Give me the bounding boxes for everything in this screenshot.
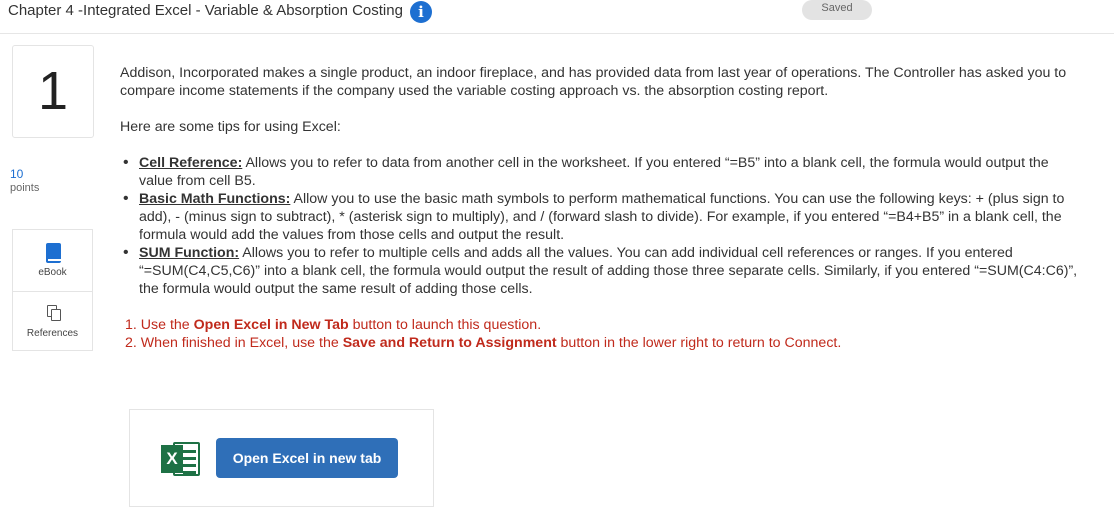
- step-text: When finished in Excel, use the: [136, 335, 343, 351]
- open-excel-button[interactable]: Open Excel in new tab: [216, 438, 398, 478]
- assignment-header: Chapter 4 -Integrated Excel - Variable &…: [0, 0, 1114, 34]
- points-value: 10: [10, 167, 24, 181]
- tip-term: Basic Math Functions:: [139, 191, 291, 207]
- step-number: 1.: [125, 317, 137, 333]
- assignment-title-row: Chapter 4 -Integrated Excel - Variable &…: [8, 0, 432, 23]
- saved-status-badge: Saved: [802, 0, 872, 20]
- step-emphasis: Save and Return to Assignment: [342, 335, 557, 351]
- ebook-button[interactable]: eBook: [13, 230, 92, 291]
- step-number: 2.: [125, 335, 137, 351]
- instruction-steps: 1. Use the Open Excel in New Tab button …: [120, 316, 1080, 352]
- references-label: References: [26, 328, 79, 339]
- tip-text: Allows you to refer to multiple cells an…: [139, 245, 1078, 297]
- book-icon: [46, 243, 61, 263]
- question-tools: eBook References: [12, 229, 93, 351]
- tips-intro: Here are some tips for using Excel:: [120, 119, 341, 135]
- question-points: 10 points: [10, 167, 39, 195]
- question-number: 1: [12, 45, 94, 138]
- references-button[interactable]: References: [13, 291, 92, 352]
- info-icon[interactable]: i: [409, 1, 432, 23]
- ebook-label: eBook: [38, 267, 67, 278]
- excel-icon: X: [161, 442, 201, 476]
- excel-launch-panel: X Open Excel in new tab: [129, 409, 434, 507]
- points-label: points: [10, 182, 40, 194]
- question-intro: Addison, Incorporated makes a single pro…: [120, 65, 1067, 99]
- step-emphasis: Open Excel in New Tab: [193, 317, 349, 333]
- tips-list: Cell Reference: Allows you to refer to d…: [120, 154, 1080, 298]
- tip-sum-function: SUM Function: Allows you to refer to mul…: [120, 244, 1080, 298]
- instruction-step-2: 2. When finished in Excel, use the Save …: [120, 334, 1080, 352]
- assignment-title: Chapter 4 -Integrated Excel - Variable &…: [8, 2, 403, 19]
- tip-text: Allows you to refer to data from another…: [139, 155, 1049, 189]
- step-text: button in the lower right to return to C…: [556, 335, 842, 351]
- tip-cell-reference: Cell Reference: Allows you to refer to d…: [120, 154, 1080, 190]
- references-icon: [47, 305, 62, 322]
- step-text: Use the: [136, 317, 194, 333]
- tip-term: Cell Reference:: [139, 155, 243, 171]
- instruction-step-1: 1. Use the Open Excel in New Tab button …: [120, 316, 1080, 334]
- step-text: button to launch this question.: [348, 317, 542, 333]
- tip-basic-math: Basic Math Functions: Allow you to use t…: [120, 190, 1080, 244]
- tip-term: SUM Function:: [139, 245, 240, 261]
- question-content: Addison, Incorporated makes a single pro…: [120, 64, 1080, 352]
